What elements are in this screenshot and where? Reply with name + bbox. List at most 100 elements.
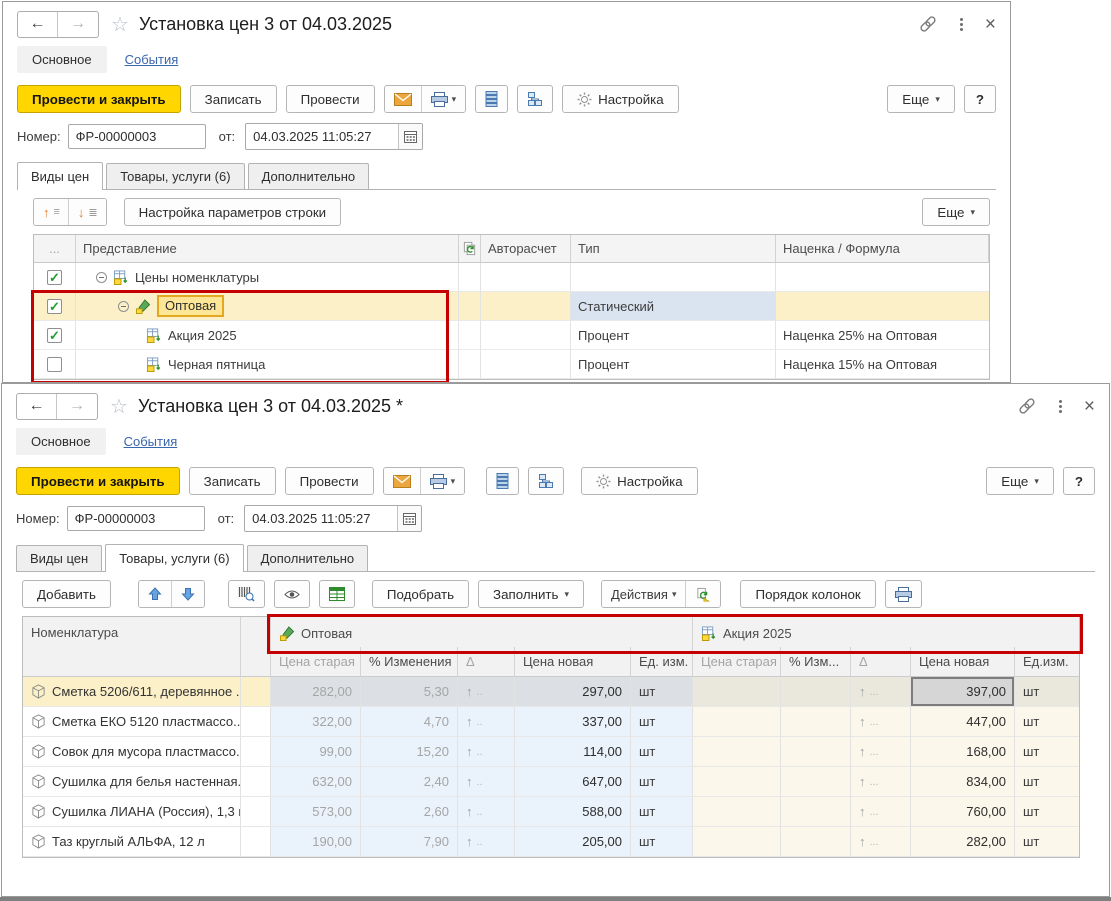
delta-cell[interactable]: ↑.. [458,797,515,827]
promo-delta-cell[interactable]: ↑... [851,827,911,857]
barcode-scan-button[interactable] [228,580,265,608]
price-kind-row-root[interactable]: ✓ Цены номенклатуры [34,263,989,292]
unit-cell[interactable]: шт [631,797,693,827]
forward-button[interactable]: → [58,12,98,37]
goods-row-name[interactable]: Совок для мусора пластмассо... [23,737,241,767]
price-kind-row-promo[interactable]: ✓ Акция 2025 Процент Наценка 25% на Опто… [34,321,989,350]
pct-change-cell[interactable]: 15,20 [361,737,458,767]
add-button[interactable]: Добавить [22,580,111,608]
delta-cell[interactable]: ↑.. [458,767,515,797]
post-button[interactable]: Провести [285,467,374,495]
tab-goods-services[interactable]: Товары, услуги (6) [105,544,243,572]
new-price-cell[interactable]: 337,00 [515,707,631,737]
goods-row-name[interactable]: Сметка 5206/611, деревянное ... [23,677,241,707]
new-price-cell[interactable]: 114,00 [515,737,631,767]
delta-cell[interactable]: ↑.. [458,677,515,707]
row-parameters-button[interactable]: Настройка параметров строки [124,198,342,226]
pct-change-cell[interactable]: 4,70 [361,707,458,737]
checkbox-checked[interactable]: ✓ [47,328,62,343]
settings-button[interactable]: Настройка [581,467,698,495]
tab-additional[interactable]: Дополнительно [248,163,370,189]
sort-descending-button[interactable]: ↓≣ [68,199,106,225]
fill-table-button[interactable] [319,580,355,608]
promo-pct-cell[interactable] [781,797,851,827]
unit-cell[interactable]: шт [631,737,693,767]
checkbox-unchecked[interactable] [47,357,62,372]
save-button[interactable]: Записать [190,85,277,113]
help-button[interactable]: ? [1063,467,1095,495]
promo-old-price-cell[interactable] [693,767,781,797]
promo-delta-cell[interactable]: ↑... [851,737,911,767]
unit-cell[interactable]: шт [631,767,693,797]
pct-change-cell[interactable]: 2,40 [361,767,458,797]
promo-old-price-cell[interactable] [693,677,781,707]
promo-unit-cell[interactable]: шт [1015,797,1079,827]
price-kind-name-editing[interactable]: Оптовая [157,295,224,317]
old-price-cell[interactable]: 322,00 [271,707,361,737]
tab-price-kinds[interactable]: Виды цен [16,545,102,571]
promo-unit-cell[interactable]: шт [1015,707,1079,737]
forward-button[interactable]: → [57,394,97,419]
more-button[interactable]: Еще▾ [887,85,955,113]
unit-cell[interactable]: шт [631,707,693,737]
old-price-cell[interactable]: 99,00 [271,737,361,767]
price-kind-row-wholesale[interactable]: ✓ Оптовая Статический [34,292,989,321]
calendar-icon[interactable] [398,124,422,149]
pct-change-cell[interactable]: 2,60 [361,797,458,827]
unit-cell[interactable]: шт [631,827,693,857]
promo-delta-cell[interactable]: ↑... [851,677,911,707]
number-input[interactable] [67,506,205,531]
promo-old-price-cell[interactable] [693,827,781,857]
promo-unit-cell[interactable]: шт [1015,677,1079,707]
old-price-cell[interactable]: 573,00 [271,797,361,827]
goods-row-name[interactable]: Сушилка для белья настенная... [23,767,241,797]
promo-delta-cell[interactable]: ↑... [851,707,911,737]
promo-pct-cell[interactable] [781,707,851,737]
settings-button[interactable]: Настройка [562,85,679,113]
tab-additional[interactable]: Дополнительно [247,545,369,571]
more-button[interactable]: Еще▾ [986,467,1054,495]
visibility-eye-button[interactable] [274,580,310,608]
link-icon[interactable] [918,16,938,32]
goods-row-name[interactable]: Сушилка ЛИАНА (Россия), 1,3 м [23,797,241,827]
promo-new-price-cell[interactable]: 760,00 [911,797,1015,827]
reports-button[interactable] [486,467,519,495]
close-icon[interactable]: × [985,15,996,34]
delta-cell[interactable]: ↑.. [458,827,515,857]
promo-delta-cell[interactable]: ↑... [851,797,911,827]
nav-link-events[interactable]: События [124,428,178,455]
nav-link-events[interactable]: События [125,46,179,73]
date-input[interactable] [246,124,398,149]
pct-change-cell[interactable]: 5,30 [361,677,458,707]
actions-dropdown-button[interactable]: Действия▾ [602,581,686,607]
table-more-button[interactable]: Еще▾ [922,198,990,226]
promo-pct-cell[interactable] [781,737,851,767]
save-button[interactable]: Записать [189,467,276,495]
new-price-cell[interactable]: 297,00 [515,677,631,707]
promo-new-price-cell[interactable]: 447,00 [911,707,1015,737]
new-price-cell[interactable]: 205,00 [515,827,631,857]
email-button[interactable] [384,468,420,494]
promo-old-price-cell[interactable] [693,737,781,767]
favorite-star-icon[interactable]: ☆ [110,394,128,419]
post-and-close-button[interactable]: Провести и закрыть [16,467,180,495]
structure-button[interactable] [517,85,553,113]
more-menu-icon[interactable] [1059,400,1062,413]
pick-button[interactable]: Подобрать [372,580,469,608]
new-price-cell[interactable]: 647,00 [515,767,631,797]
checkbox-checked[interactable]: ✓ [47,299,62,314]
move-up-button[interactable] [139,581,171,607]
link-icon[interactable] [1017,398,1037,414]
close-icon[interactable]: × [1084,397,1095,416]
promo-new-price-cell[interactable]: 397,00 [911,677,1015,707]
promo-new-price-cell[interactable]: 834,00 [911,767,1015,797]
tab-goods-services[interactable]: Товары, услуги (6) [106,163,244,189]
date-input[interactable] [245,506,397,531]
favorite-star-icon[interactable]: ☆ [111,12,129,37]
delta-cell[interactable]: ↑.. [458,707,515,737]
promo-unit-cell[interactable]: шт [1015,827,1079,857]
post-button[interactable]: Провести [286,85,375,113]
print-table-button[interactable] [885,580,922,608]
nav-item-main[interactable]: Основное [16,428,106,455]
reports-button[interactable] [475,85,508,113]
